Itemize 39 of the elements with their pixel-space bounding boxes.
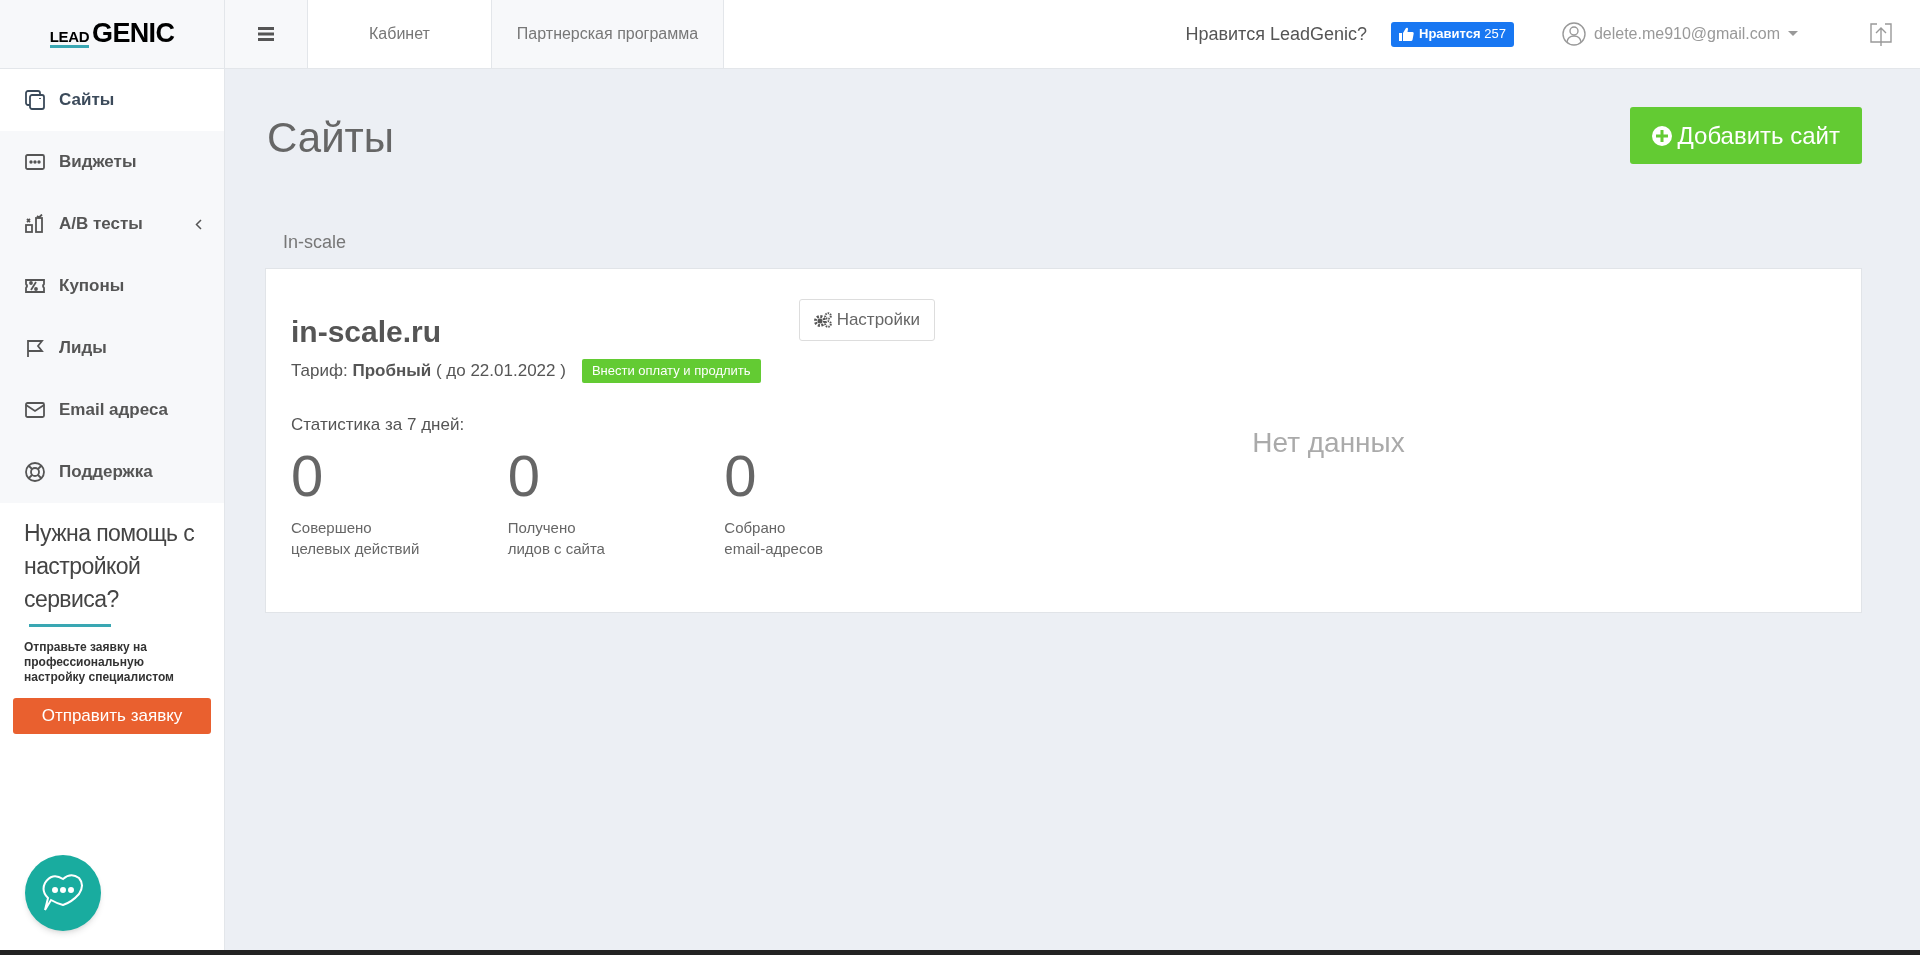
stat-label: Собрано email-адресов [724, 518, 824, 559]
email-icon [25, 400, 45, 420]
gears-icon [813, 312, 833, 328]
stat-value: 0 [724, 442, 758, 510]
stat-value: 0 [507, 442, 541, 510]
help-title: Нужна помощь с настройкой сервиса? [24, 519, 196, 614]
ab-icon [25, 214, 45, 234]
user-icon [1561, 22, 1586, 46]
support-icon [25, 462, 45, 482]
upload-icon[interactable] [1870, 22, 1892, 46]
coupons-icon [25, 276, 45, 296]
caret-icon [1788, 31, 1798, 37]
stat-label: Совершено целевых действий [291, 518, 421, 559]
stats-title: Статистика за 7 дней: [291, 413, 466, 436]
plus-circle-icon [1651, 125, 1672, 146]
tariff-text: Тариф: Пробный ( до 22.01.2022 ) [291, 360, 566, 382]
like-question: Нравится LeadGenic? [1185, 22, 1367, 46]
stat-value: 0 [291, 442, 325, 510]
chat-icon [41, 873, 85, 913]
widgets-icon [25, 152, 45, 172]
logo-small-text: LEAD [49, 29, 90, 48]
no-data-text: Нет данных [1252, 429, 1405, 460]
like-button[interactable]: Нравится 257 [1391, 21, 1514, 47]
thumbs-up-icon [1399, 27, 1414, 41]
page-title: Сайты [267, 113, 395, 163]
sidebar-item[interactable]: Сайты [0, 69, 224, 131]
stat-label: Получено лидов с сайта [507, 518, 606, 559]
help-text: Отправьте заявку на профессиональную настройку специалистом [24, 640, 175, 685]
chat-button[interactable] [25, 855, 101, 931]
menu-button[interactable] [225, 0, 308, 68]
leads-icon [25, 338, 45, 358]
sites-icon [25, 90, 45, 110]
settings-button[interactable]: Настройки [798, 299, 935, 341]
logo[interactable]: LEAD GENIC [0, 0, 225, 68]
site-name: in-scale.ru [291, 314, 442, 350]
group-label: In-scale [283, 231, 348, 254]
menu-icon [258, 27, 274, 41]
nav-tab[interactable]: Партнерская программа [491, 0, 725, 68]
logo-big-text: GENIC [92, 20, 175, 47]
